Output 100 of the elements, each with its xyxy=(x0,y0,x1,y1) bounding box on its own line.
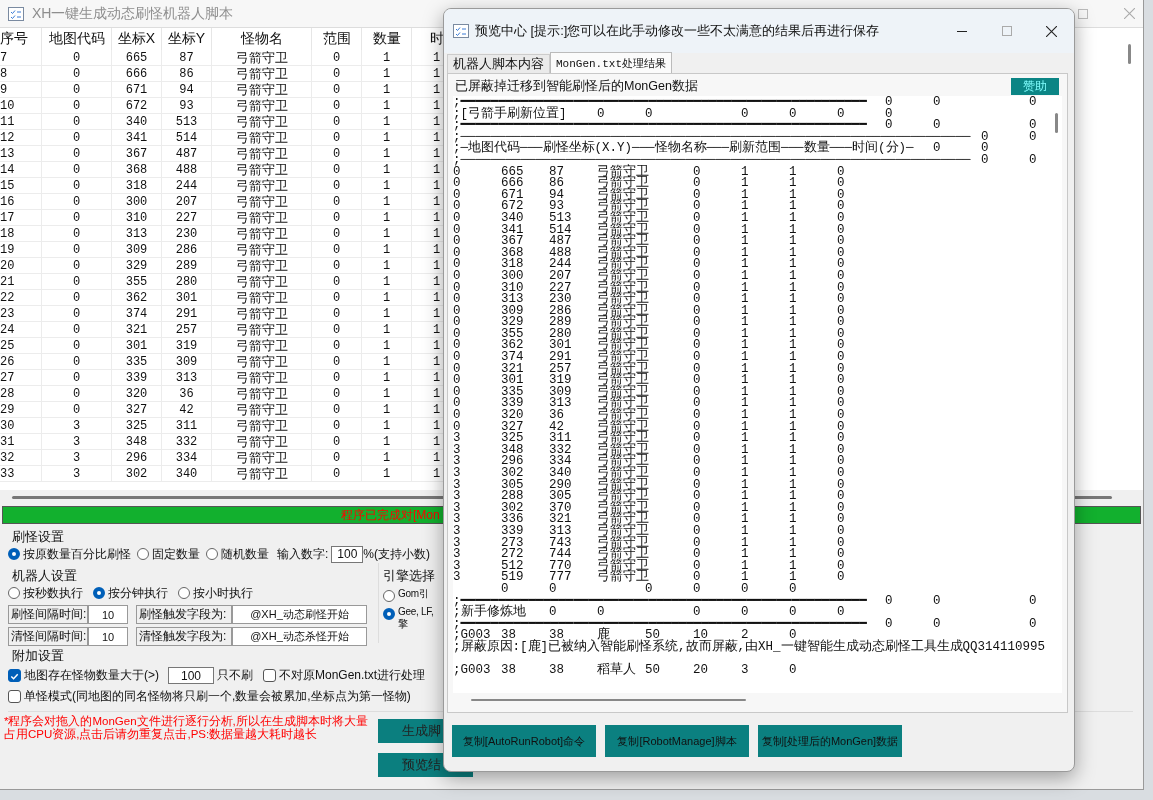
table-cell: 18 xyxy=(0,226,42,242)
radio-button[interactable] xyxy=(206,548,218,560)
table-cell: 0 xyxy=(312,402,362,418)
radio-button[interactable] xyxy=(137,548,149,560)
table-cell: 弓箭守卫 xyxy=(212,242,312,258)
table-cell: 0 xyxy=(312,82,362,98)
table-cell: 296 xyxy=(112,450,162,466)
interval-field[interactable]: 10 xyxy=(88,605,128,624)
table-cell: 弓箭守卫 xyxy=(212,178,312,194)
column-header[interactable]: 坐标X xyxy=(112,28,162,50)
table-cell: 340 xyxy=(112,114,162,130)
radio-button[interactable] xyxy=(8,587,20,599)
input-label: 输入数字: xyxy=(277,545,329,563)
checkbox-label[interactable]: 不对原MonGen.txt进行处理 xyxy=(279,667,426,684)
table-cell: 1 xyxy=(362,210,412,226)
radio-label[interactable]: Gom引 xyxy=(398,588,429,600)
checkbox[interactable] xyxy=(8,690,21,703)
table-cell: 313 xyxy=(112,226,162,242)
checkbox-label[interactable]: 单怪模式(同地图的同名怪物将只刷一个,数量会被累加,坐标点为第一怪物) xyxy=(24,688,411,705)
trigger-field[interactable]: @XH_动态刷怪开始 xyxy=(232,605,367,624)
table-cell: 25 xyxy=(0,338,42,354)
radio-label[interactable]: 按秒数执行 xyxy=(23,584,83,602)
close-icon[interactable] xyxy=(1046,25,1057,37)
column-header[interactable]: 范围 xyxy=(312,28,362,50)
column-header[interactable]: 序号 xyxy=(0,28,42,50)
table-cell: 362 xyxy=(112,290,162,306)
column-header[interactable]: 坐标Y xyxy=(162,28,212,50)
table-cell: 666 xyxy=(112,66,162,82)
tab[interactable]: 机器人脚本内容 xyxy=(447,54,550,73)
number-field[interactable]: 100 xyxy=(331,545,364,563)
table-cell: 10 xyxy=(0,98,42,114)
table-cell: 0 xyxy=(312,434,362,450)
table-cell: 21 xyxy=(0,274,42,290)
table-cell: 321 xyxy=(112,322,162,338)
table-cell: 257 xyxy=(162,322,212,338)
copy-button[interactable]: 复制[处理后的MonGen]数据 xyxy=(758,725,902,757)
table-cell: 230 xyxy=(162,226,212,242)
minimize-icon[interactable] xyxy=(956,30,967,32)
table-cell: 31 xyxy=(0,434,42,450)
table-cell: 32 xyxy=(0,450,42,466)
checkbox[interactable] xyxy=(263,669,276,682)
table-cell: 0 xyxy=(312,146,362,162)
table-cell: 弓箭守卫 xyxy=(212,338,312,354)
table-cell: 1 xyxy=(362,338,412,354)
radio-button[interactable] xyxy=(383,590,395,602)
table-cell: 325 xyxy=(112,418,162,434)
radio-label[interactable]: 按原数量百分比刷怪 xyxy=(23,545,131,563)
table-cell: 0 xyxy=(42,402,112,418)
table-cell: 1 xyxy=(362,418,412,434)
tab[interactable]: MonGen.txt处理结果 xyxy=(550,52,672,73)
table-cell: 289 xyxy=(162,258,212,274)
radio-button[interactable] xyxy=(178,587,190,599)
table-cell: 280 xyxy=(162,274,212,290)
table-cell: 0 xyxy=(312,162,362,178)
copy-button[interactable]: 复制[RobotManage]脚本 xyxy=(605,725,749,757)
table-cell: 1 xyxy=(362,306,412,322)
trigger-field[interactable]: @XH_动态杀怪开始 xyxy=(232,627,367,646)
scrollbar[interactable] xyxy=(1128,44,1131,64)
number-field[interactable]: 100 xyxy=(168,667,214,684)
sponsor-button[interactable]: 赞助 xyxy=(1011,77,1059,95)
table-cell: 355 xyxy=(112,274,162,290)
scrollbar[interactable] xyxy=(471,699,746,701)
table-cell: 0 xyxy=(42,178,112,194)
table-cell: 0 xyxy=(42,162,112,178)
column-header[interactable]: 地图代码 xyxy=(42,28,112,50)
radio-label[interactable]: 固定数量 xyxy=(152,545,200,563)
radio-button[interactable] xyxy=(93,587,105,599)
radio-label[interactable]: 按小时执行 xyxy=(193,584,253,602)
input-suffix: %(支持小数) xyxy=(363,545,430,563)
table-cell: 244 xyxy=(162,178,212,194)
radio-label[interactable]: Gee, LF, 擎 xyxy=(398,606,434,630)
group-title: 附加设置 xyxy=(11,648,64,664)
table-cell: 86 xyxy=(162,66,212,82)
radio-label[interactable]: 随机数量 xyxy=(221,545,269,563)
table-cell: 弓箭守卫 xyxy=(212,146,312,162)
table-cell: 0 xyxy=(42,370,112,386)
table-cell: 0 xyxy=(42,194,112,210)
radio-label[interactable]: 按分钟执行 xyxy=(108,584,168,602)
table-cell: 329 xyxy=(112,258,162,274)
checkbox[interactable] xyxy=(8,669,21,682)
radio-button[interactable] xyxy=(8,548,20,560)
table-cell: 16 xyxy=(0,194,42,210)
table-cell: 0 xyxy=(312,66,362,82)
radio-button[interactable] xyxy=(383,608,395,620)
table-cell: 302 xyxy=(112,466,162,482)
table-cell: 33 xyxy=(0,466,42,482)
table-cell: 311 xyxy=(162,418,212,434)
scrollbar[interactable] xyxy=(1054,113,1058,133)
text-line: 0 0 0 0 0 0 xyxy=(500,583,797,596)
interval-field[interactable]: 10 xyxy=(88,627,128,646)
column-header[interactable]: 怪物名 xyxy=(212,28,312,50)
table-cell: 672 xyxy=(112,98,162,114)
table-cell: 334 xyxy=(162,450,212,466)
table-cell: 340 xyxy=(162,466,212,482)
copy-button[interactable]: 复制[AutoRunRobot]命令 xyxy=(452,725,596,757)
table-cell: 28 xyxy=(0,386,42,402)
checkbox-label[interactable]: 地图存在怪物数量大于(>) xyxy=(24,667,159,684)
table-cell: 309 xyxy=(112,242,162,258)
column-header[interactable]: 数量 xyxy=(362,28,412,50)
table-cell: 0 xyxy=(312,226,362,242)
